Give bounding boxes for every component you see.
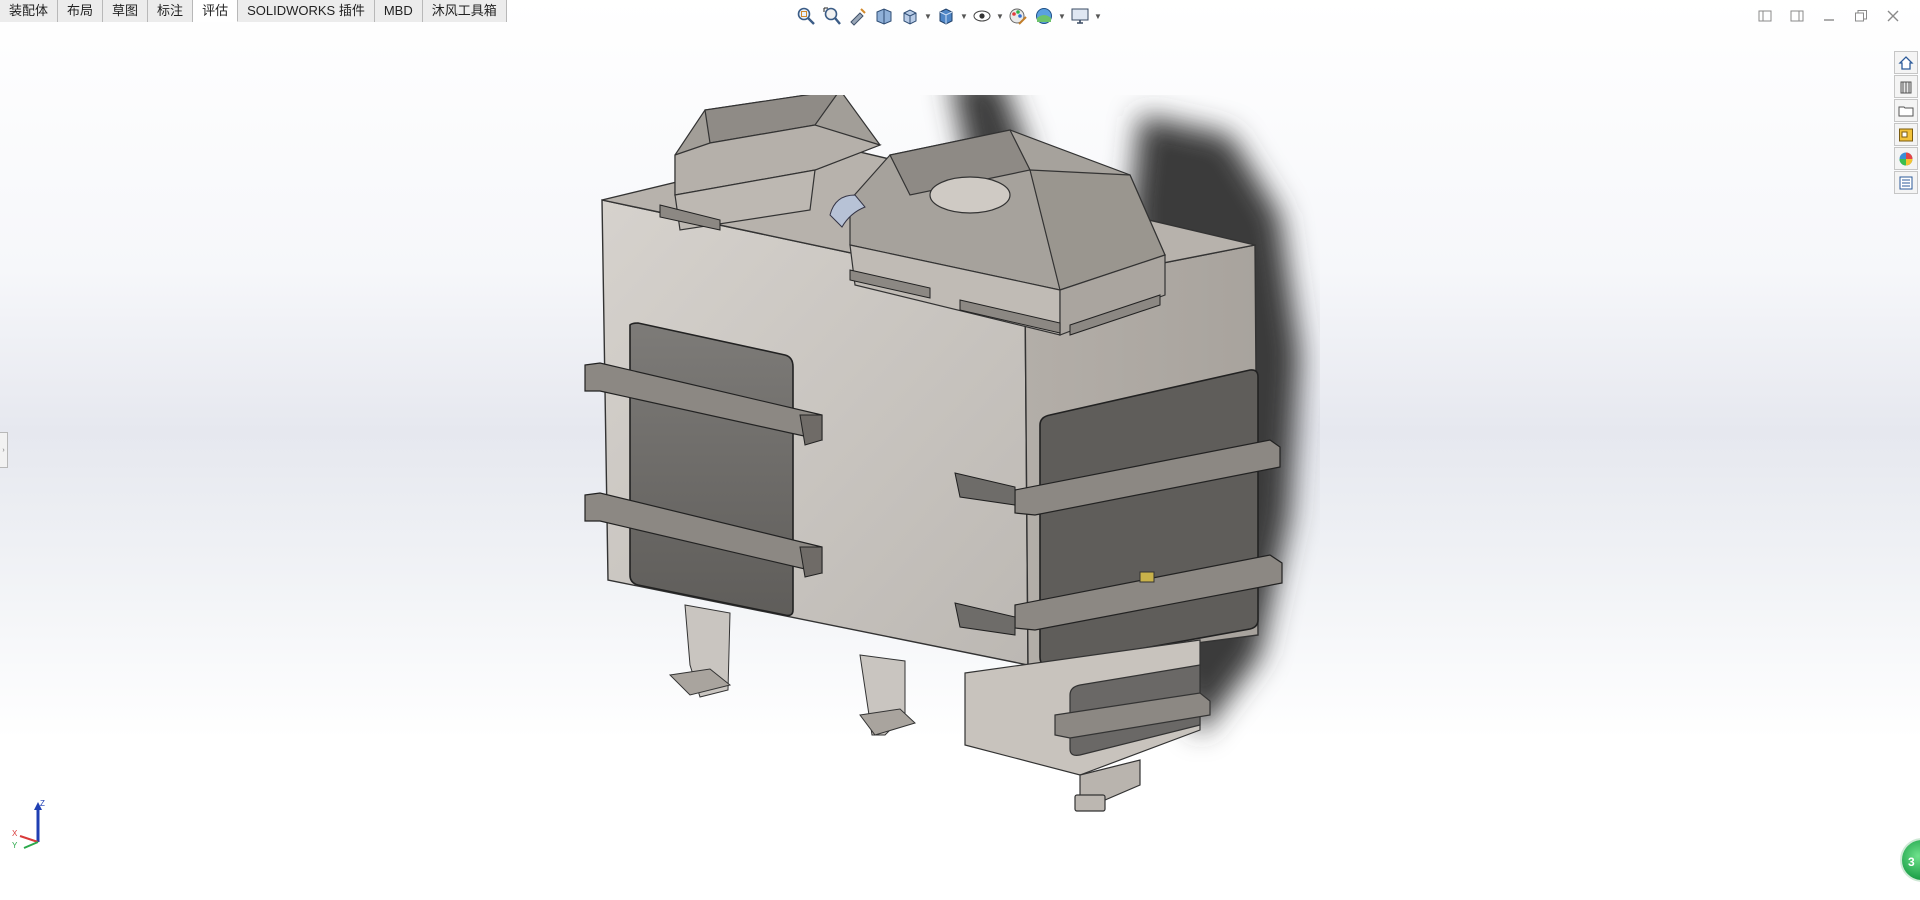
apply-scene-dropdown-icon[interactable]: ▼ <box>1058 4 1066 28</box>
command-manager-tabs: 装配体 布局 草图 标注 评估 SOLIDWORKS 插件 MBD 沐风工具箱 <box>0 0 507 22</box>
tab-evaluate[interactable]: 评估 <box>193 0 239 22</box>
home-icon[interactable] <box>1894 51 1918 74</box>
heads-up-view-toolbar: ▼ ▼ ▼ ▼ ▼ <box>794 4 1102 28</box>
document-window-controls <box>1754 6 1904 26</box>
right-access-door <box>1014 369 1283 667</box>
display-style-dropdown-icon[interactable]: ▼ <box>960 4 968 28</box>
feature-manager-collapse-handle[interactable]: › <box>0 432 8 468</box>
view-orientation-icon[interactable] <box>898 4 922 28</box>
orientation-badge[interactable]: 3 <box>1900 838 1920 882</box>
design-library-icon[interactable] <box>1894 75 1918 98</box>
zoom-to-area-icon[interactable] <box>820 4 844 28</box>
file-explorer-icon[interactable] <box>1894 99 1918 122</box>
tile-left-icon[interactable] <box>1754 6 1776 26</box>
appearances-icon[interactable] <box>1894 147 1918 170</box>
view-settings-dropdown-icon[interactable]: ▼ <box>1094 4 1102 28</box>
minimize-icon[interactable] <box>1818 6 1840 26</box>
view-palette-icon[interactable] <box>1894 123 1918 146</box>
reference-triad: Z X Y <box>12 799 45 850</box>
triad-y-label: Y <box>12 841 18 850</box>
zoom-to-fit-icon[interactable] <box>794 4 818 28</box>
restore-icon[interactable] <box>1850 6 1872 26</box>
edit-appearance-icon[interactable] <box>1006 4 1030 28</box>
chevron-right-icon: › <box>2 446 5 454</box>
task-pane-tabs <box>1894 51 1920 194</box>
graphics-area[interactable]: 装配体 布局 草图 标注 评估 SOLIDWORKS 插件 MBD 沐风工具箱 … <box>0 0 1920 900</box>
tab-sketch[interactable]: 草图 <box>103 0 149 22</box>
tab-layout[interactable]: 布局 <box>58 0 104 22</box>
assembly-model-view[interactable] <box>560 95 1320 815</box>
close-icon[interactable] <box>1882 6 1904 26</box>
triad-z-label: Z <box>40 799 45 808</box>
view-settings-icon[interactable] <box>1068 4 1092 28</box>
tab-mufeng-toolbox[interactable]: 沐风工具箱 <box>422 0 507 22</box>
lower-hopper <box>964 639 1211 812</box>
hide-show-items-icon[interactable] <box>970 4 994 28</box>
display-style-icon[interactable] <box>934 4 958 28</box>
tab-assembly[interactable]: 装配体 <box>0 0 59 22</box>
hide-show-dropdown-icon[interactable]: ▼ <box>996 4 1004 28</box>
section-view-icon[interactable] <box>872 4 896 28</box>
apply-scene-icon[interactable] <box>1032 4 1056 28</box>
triad-x-label: X <box>12 829 18 838</box>
tab-solidworks-addins[interactable]: SOLIDWORKS 插件 <box>238 0 375 22</box>
tab-mbd[interactable]: MBD <box>374 0 423 22</box>
custom-properties-icon[interactable] <box>1894 171 1918 194</box>
view-orientation-dropdown-icon[interactable]: ▼ <box>924 4 932 28</box>
tab-markup[interactable]: 标注 <box>148 0 194 22</box>
previous-view-icon[interactable] <box>846 4 870 28</box>
tile-right-icon[interactable] <box>1786 6 1808 26</box>
